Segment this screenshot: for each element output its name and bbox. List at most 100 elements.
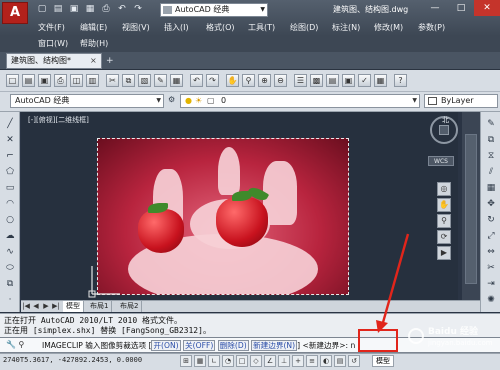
preview-icon[interactable]: ◫ (70, 74, 83, 87)
explode-icon[interactable]: ✺ (485, 294, 497, 306)
match-properties-icon[interactable]: ✎ (154, 74, 167, 87)
zoom-realtime-icon[interactable]: ⚲ (242, 74, 255, 87)
plot-icon[interactable]: ⎙ (54, 74, 67, 87)
polyline-icon[interactable]: ⌐ (4, 150, 16, 162)
menu-insert[interactable]: 插入(I) (164, 22, 189, 34)
markup-icon[interactable]: ✓ (358, 74, 371, 87)
arc-icon[interactable]: ◠ (4, 198, 16, 210)
first-tab-icon[interactable]: |◀ (21, 301, 31, 312)
save-icon[interactable]: ▣ (38, 74, 51, 87)
grid-icon[interactable]: ▦ (194, 355, 206, 367)
copy-icon[interactable]: ⧉ (122, 74, 135, 87)
option-on[interactable]: 开(ON) (151, 340, 181, 351)
design-center-icon[interactable]: ▩ (310, 74, 323, 87)
menu-parametric[interactable]: 参数(P) (418, 22, 445, 34)
command-input[interactable]: n (351, 341, 356, 350)
tab-layout1[interactable]: 布局1 (87, 301, 113, 312)
polygon-icon[interactable]: ⬠ (4, 166, 16, 178)
pan-icon[interactable]: ✋ (226, 74, 239, 87)
properties-icon[interactable]: ☰ (294, 74, 307, 87)
help-icon[interactable]: ? (394, 74, 407, 87)
wrench-icon[interactable]: 🔧 (6, 340, 16, 349)
ellipse-icon[interactable]: ⬭ (4, 262, 16, 274)
publish-icon[interactable]: ▥ (86, 74, 99, 87)
menu-file[interactable]: 文件(F) (38, 22, 65, 34)
wcs-menu[interactable]: WCS (428, 156, 454, 166)
workspace-combo[interactable]: AutoCAD 经典 ▼ (160, 3, 268, 17)
insert-block-icon[interactable]: ⧉ (4, 278, 16, 290)
open-icon[interactable]: ▤ (22, 74, 35, 87)
zoom-icon[interactable]: ⚲ (437, 214, 451, 228)
open-file-icon[interactable]: ▤ (52, 4, 64, 15)
vertical-scrollbar[interactable] (462, 112, 480, 300)
menu-dimension[interactable]: 标注(N) (332, 22, 360, 34)
point-icon[interactable]: · (4, 294, 16, 306)
offset-icon[interactable]: ⫽ (485, 166, 497, 178)
snap-icon[interactable]: ⊞ (180, 355, 192, 367)
app-menu-button[interactable]: A (2, 2, 28, 24)
selection-cycling-icon[interactable]: ↺ (348, 355, 360, 367)
workspace-select[interactable]: AutoCAD 经典 ▼ (10, 94, 164, 108)
quick-properties-icon[interactable]: ▤ (334, 355, 346, 367)
lineweight-icon[interactable]: ≡ (306, 355, 318, 367)
raster-image[interactable] (97, 138, 349, 295)
close-tab-icon[interactable]: × (90, 56, 100, 66)
option-new-boundary[interactable]: 新建边界(N) (251, 340, 298, 351)
showmotion-icon[interactable]: ▶ (437, 246, 451, 260)
stretch-icon[interactable]: ⇔ (485, 246, 497, 258)
rectangle-icon[interactable]: ▭ (4, 182, 16, 194)
block-editor-icon[interactable]: ▦ (170, 74, 183, 87)
viewport-controls[interactable]: [-][俯视][二维线框] (28, 115, 89, 125)
save-icon[interactable]: ▣ (68, 4, 80, 15)
redo-icon[interactable]: ↷ (206, 74, 219, 87)
option-delete[interactable]: 删除(D) (217, 340, 249, 351)
last-tab-icon[interactable]: ▶| (51, 301, 61, 312)
menu-window[interactable]: 窗口(W) (38, 38, 68, 50)
menu-help[interactable]: 帮助(H) (80, 38, 108, 50)
otrack-icon[interactable]: ∠ (264, 355, 276, 367)
viewcube[interactable]: 北 (430, 116, 458, 144)
menu-modify[interactable]: 修改(M) (374, 22, 403, 34)
redo-icon[interactable]: ↷ (132, 4, 144, 15)
prev-tab-icon[interactable]: ◀ (31, 301, 41, 312)
orbit-icon[interactable]: ⟳ (437, 230, 451, 244)
osnap-icon[interactable]: □ (236, 355, 248, 367)
new-icon[interactable]: □ (6, 74, 19, 87)
layer-select[interactable]: ● ☀ ▢ 0 ▼ (180, 94, 420, 108)
print-icon[interactable]: ⎙ (100, 4, 112, 15)
3d-osnap-icon[interactable]: ◇ (250, 355, 262, 367)
tab-model[interactable]: 模型 (63, 301, 84, 312)
undo-icon[interactable]: ↶ (116, 4, 128, 15)
paste-icon[interactable]: ▧ (138, 74, 151, 87)
move-icon[interactable]: ✥ (485, 198, 497, 210)
circle-icon[interactable]: ○ (4, 214, 16, 226)
ortho-icon[interactable]: ∟ (208, 355, 220, 367)
color-select[interactable]: ByLayer (424, 94, 498, 108)
scale-icon[interactable]: ⤢ (485, 230, 497, 242)
construction-line-icon[interactable]: ✕ (4, 134, 16, 146)
steering-wheel-icon[interactable]: ◎ (437, 182, 451, 196)
new-file-icon[interactable]: ▢ (36, 4, 48, 15)
array-icon[interactable]: ▦ (485, 182, 497, 194)
save-as-icon[interactable]: ▦ (84, 4, 96, 15)
option-off[interactable]: 关(OFF) (183, 340, 216, 351)
new-tab-icon[interactable]: + (106, 56, 116, 66)
ucs-toggle-icon[interactable]: ⊥ (278, 355, 290, 367)
tool-palettes-icon[interactable]: ▤ (326, 74, 339, 87)
quickcalc-icon[interactable]: ▦ (374, 74, 387, 87)
menu-edit[interactable]: 编辑(E) (80, 22, 107, 34)
line-icon[interactable]: ╱ (4, 118, 16, 130)
viewcube-face[interactable] (439, 125, 449, 135)
menu-tools[interactable]: 工具(T) (248, 22, 275, 34)
undo-icon[interactable]: ↶ (190, 74, 203, 87)
model-space-button[interactable]: 模型 (372, 355, 394, 367)
workspace-settings-icon[interactable]: ⚙ (168, 95, 178, 107)
zoom-window-icon[interactable]: ⊕ (258, 74, 271, 87)
mirror-icon[interactable]: ⧖ (485, 150, 497, 162)
extend-icon[interactable]: ⇥ (485, 278, 497, 290)
trim-icon[interactable]: ✂ (485, 262, 497, 274)
menu-format[interactable]: 格式(O) (206, 22, 235, 34)
close-button[interactable]: ✕ (474, 0, 500, 16)
next-tab-icon[interactable]: ▶ (41, 301, 51, 312)
search-icon[interactable]: ⚲ (19, 340, 25, 349)
